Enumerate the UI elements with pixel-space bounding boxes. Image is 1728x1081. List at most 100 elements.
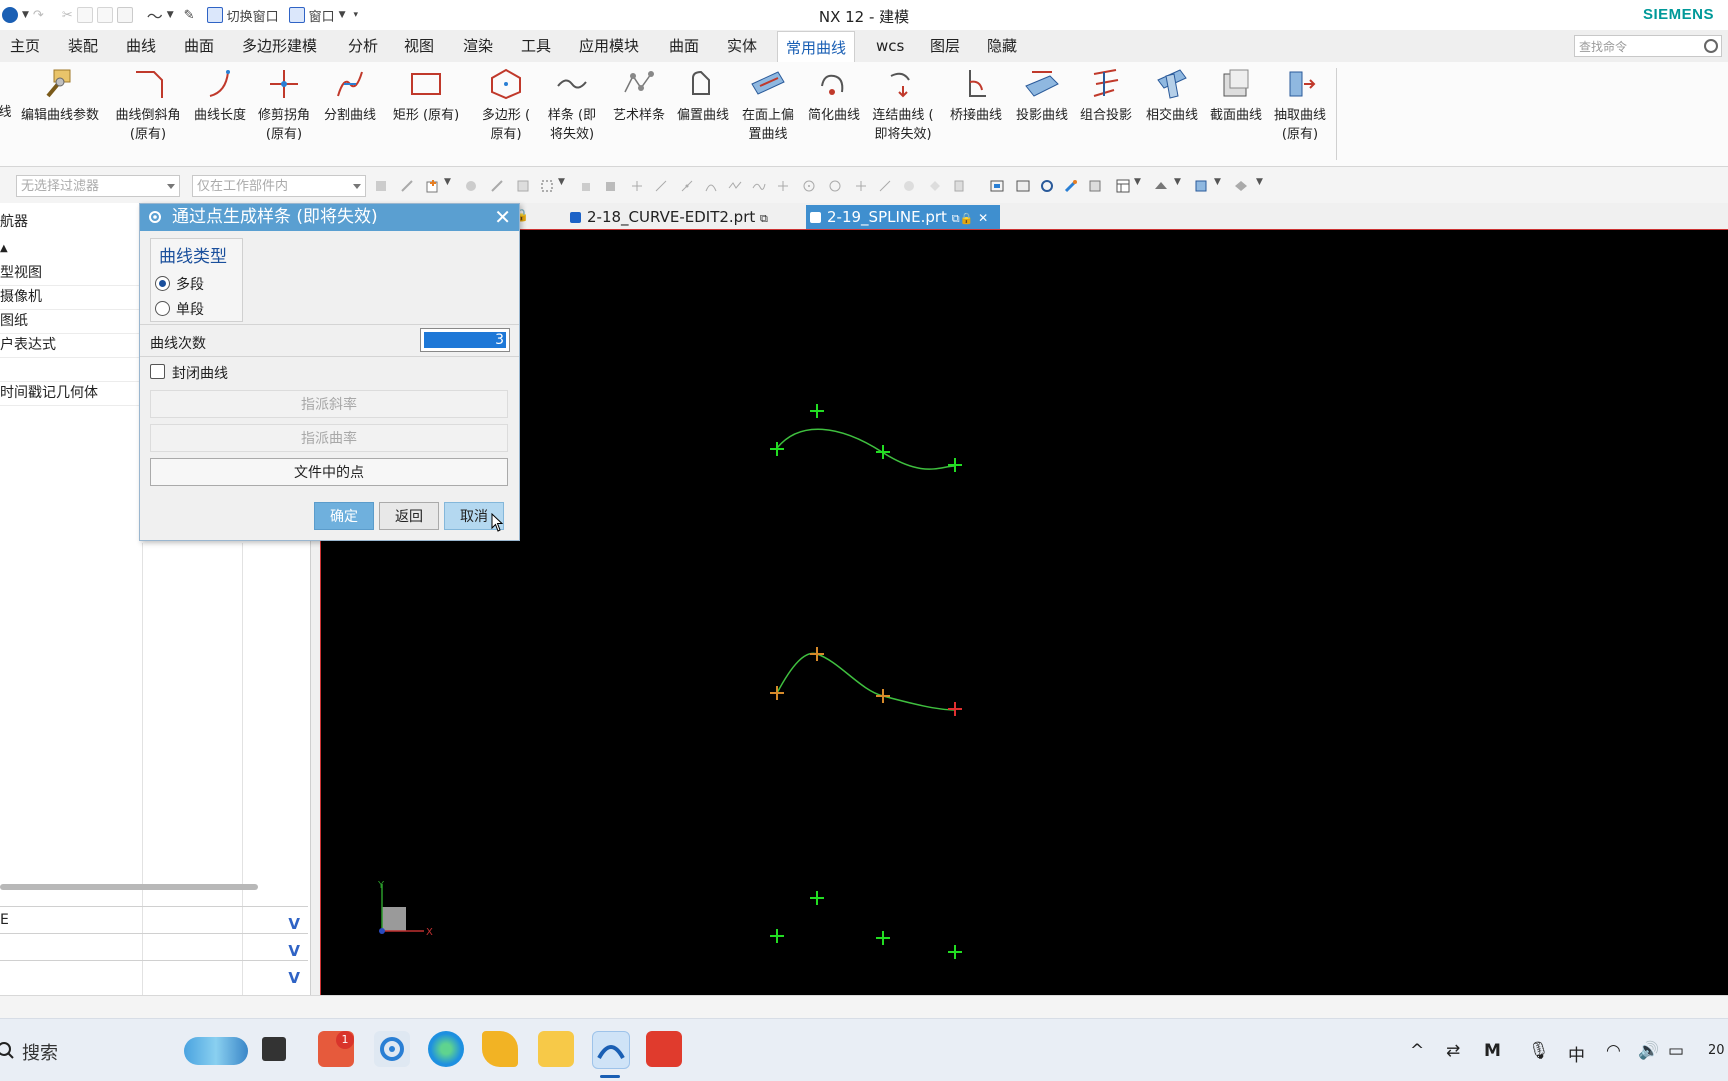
- snap-curve-icon[interactable]: [704, 179, 718, 193]
- dropdown-arrow-icon[interactable]: ▼: [1174, 177, 1181, 187]
- snap-bounded-icon[interactable]: [928, 179, 942, 193]
- scope-filter-select[interactable]: 仅在工作部件内: [192, 175, 366, 197]
- fit-view-icon[interactable]: [990, 179, 1004, 193]
- degree-input[interactable]: 3: [420, 328, 510, 352]
- zoom-icon[interactable]: [1016, 179, 1030, 193]
- menu-item-assembly[interactable]: 装配: [60, 30, 106, 62]
- snap-point-icon[interactable]: [374, 179, 388, 193]
- sort-up-icon[interactable]: ▲: [0, 243, 8, 254]
- menu-item-common-curves[interactable]: 常用曲线: [777, 31, 856, 63]
- polygon-button[interactable]: 多边形 ( 原有): [474, 66, 538, 144]
- rectangle-select-icon[interactable]: [540, 179, 554, 193]
- ime-language-indicator[interactable]: 中: [1568, 1041, 1585, 1066]
- spline-button[interactable]: 样条 (即 将失效): [540, 66, 604, 144]
- dropdown-arrow-icon[interactable]: ▼: [558, 177, 565, 187]
- pan-icon[interactable]: [1064, 179, 1078, 193]
- tab-spline[interactable]: 2-19_SPLINE.prt ⧉🔒 ✕: [806, 205, 1000, 229]
- rectangle-button[interactable]: 矩形 (原有): [384, 66, 468, 125]
- radio-single-label[interactable]: 单段: [176, 299, 204, 319]
- assign-curvature-button[interactable]: 指派曲率: [150, 424, 508, 452]
- select-solid-icon[interactable]: [604, 179, 618, 193]
- curve-chamfer-button[interactable]: 曲线倒斜角 (原有): [108, 66, 188, 144]
- intersection-curve-button[interactable]: 相交曲线: [1140, 66, 1204, 125]
- menu-item-tools[interactable]: 工具: [513, 30, 559, 62]
- file-explorer-icon[interactable]: [538, 1031, 574, 1067]
- menu-item-analysis[interactable]: 分析: [340, 30, 386, 62]
- snap-arc-center-icon[interactable]: [802, 179, 816, 193]
- graphics-viewport[interactable]: Y X: [320, 229, 1728, 996]
- nx-app-icon[interactable]: [592, 1031, 630, 1069]
- render-style-icon[interactable]: [1154, 179, 1168, 193]
- dropdown-arrow-icon[interactable]: ▼: [1256, 177, 1263, 187]
- settings-toggle-icon[interactable]: ⇄: [1446, 1041, 1460, 1061]
- microphone-icon[interactable]: 🎙: [1528, 1041, 1550, 1061]
- menu-item-surface-2[interactable]: 曲面: [661, 30, 707, 62]
- combined-projection-button[interactable]: 组合投影: [1074, 66, 1138, 125]
- orient-view-icon[interactable]: [1116, 179, 1130, 193]
- menu-item-home[interactable]: 主页: [2, 30, 48, 62]
- wifi-icon[interactable]: ◠: [1606, 1041, 1621, 1061]
- dropdown-arrow-icon[interactable]: ▼: [444, 177, 451, 187]
- snap-grid-icon[interactable]: [952, 179, 966, 193]
- edge-browser-icon[interactable]: [428, 1031, 464, 1067]
- tab-curve-edit2[interactable]: 2-18_CURVE-EDIT2.prt ⧉🔒: [566, 205, 776, 251]
- rotate-icon[interactable]: [1040, 179, 1054, 193]
- snap-spline-icon[interactable]: [752, 179, 766, 193]
- edit-curve-parameters-button[interactable]: 编辑曲线参数: [12, 66, 108, 125]
- select-body-icon[interactable]: [580, 179, 594, 193]
- radio-multi-segment[interactable]: [155, 276, 170, 291]
- clock-partial[interactable]: 20: [1708, 1043, 1725, 1058]
- details-panel-header[interactable]: V: [0, 933, 308, 960]
- menu-item-polygon-modeling[interactable]: 多边形建模: [234, 30, 325, 62]
- snap-endpoint-icon[interactable]: [630, 179, 644, 193]
- curve-length-button[interactable]: 曲线长度: [188, 66, 252, 125]
- dropdown-arrow-icon[interactable]: ▼: [1134, 177, 1141, 187]
- input-method-icon[interactable]: M: [1484, 1041, 1501, 1061]
- layer-visibility-icon[interactable]: [1194, 179, 1208, 193]
- add-select-icon[interactable]: [426, 179, 440, 193]
- offset-curve-button[interactable]: 偏置曲线: [672, 66, 734, 125]
- studio-spline-button[interactable]: 艺术样条: [606, 66, 672, 125]
- chevron-down-icon[interactable]: V: [288, 965, 300, 991]
- preview-panel-header[interactable]: V: [0, 960, 308, 987]
- show-hide-icon[interactable]: [1234, 179, 1248, 193]
- menu-item-curve[interactable]: 曲线: [118, 30, 164, 62]
- trim-corner-button[interactable]: 修剪拐角 (原有): [252, 66, 316, 144]
- snap-quadrant-icon[interactable]: [828, 179, 842, 193]
- dialog-header[interactable]: 通过点生成样条 (即将失效) ✕: [140, 204, 519, 231]
- select-curve-icon[interactable]: [400, 179, 414, 193]
- divide-curve-button[interactable]: 分割曲线: [316, 66, 384, 125]
- back-button[interactable]: 返回: [379, 502, 439, 530]
- dependencies-panel-header[interactable]: EV: [0, 906, 308, 933]
- offset-in-face-button[interactable]: 在面上偏 置曲线: [734, 66, 802, 144]
- select-feature-icon[interactable]: [464, 179, 478, 193]
- search-icon[interactable]: [1704, 39, 1718, 53]
- snap-point-on-curve-icon[interactable]: [878, 179, 892, 193]
- project-curve-button[interactable]: 投影曲线: [1010, 66, 1074, 125]
- join-curves-button[interactable]: 连结曲线 ( 即将失效): [866, 66, 940, 144]
- volume-icon[interactable]: 🔊: [1638, 1041, 1659, 1061]
- battery-icon[interactable]: ▭: [1668, 1041, 1684, 1061]
- snap-existing-point-icon[interactable]: [854, 179, 868, 193]
- close-icon[interactable]: ✕: [978, 211, 988, 225]
- zoom-area-icon[interactable]: [1088, 179, 1102, 193]
- menu-item-wcs[interactable]: wcs: [868, 30, 912, 62]
- select-face-icon[interactable]: [516, 179, 530, 193]
- viewport-canvas[interactable]: Y X: [320, 229, 1728, 996]
- task-view-icon[interactable]: [262, 1037, 286, 1061]
- menu-item-hide[interactable]: 隐藏: [979, 30, 1025, 62]
- dropdown-arrow-icon[interactable]: ▼: [1214, 177, 1221, 187]
- bridge-curve-button[interactable]: 桥接曲线: [942, 66, 1010, 125]
- closed-curve-label[interactable]: 封闭曲线: [172, 363, 228, 383]
- snap-line-icon[interactable]: [654, 179, 668, 193]
- simplify-curve-button[interactable]: 简化曲线: [802, 66, 866, 125]
- radio-single-segment[interactable]: [155, 301, 170, 316]
- snap-tangent-icon[interactable]: [728, 179, 742, 193]
- wps-office-icon[interactable]: [646, 1031, 682, 1067]
- radio-multi-label[interactable]: 多段: [176, 274, 204, 294]
- assign-slope-button[interactable]: 指派斜率: [150, 390, 508, 418]
- horizontal-scrollbar[interactable]: [0, 884, 258, 890]
- menu-item-solid[interactable]: 实体: [719, 30, 765, 62]
- snap-midpoint-icon[interactable]: [680, 179, 694, 193]
- menu-item-layer[interactable]: 图层: [922, 30, 968, 62]
